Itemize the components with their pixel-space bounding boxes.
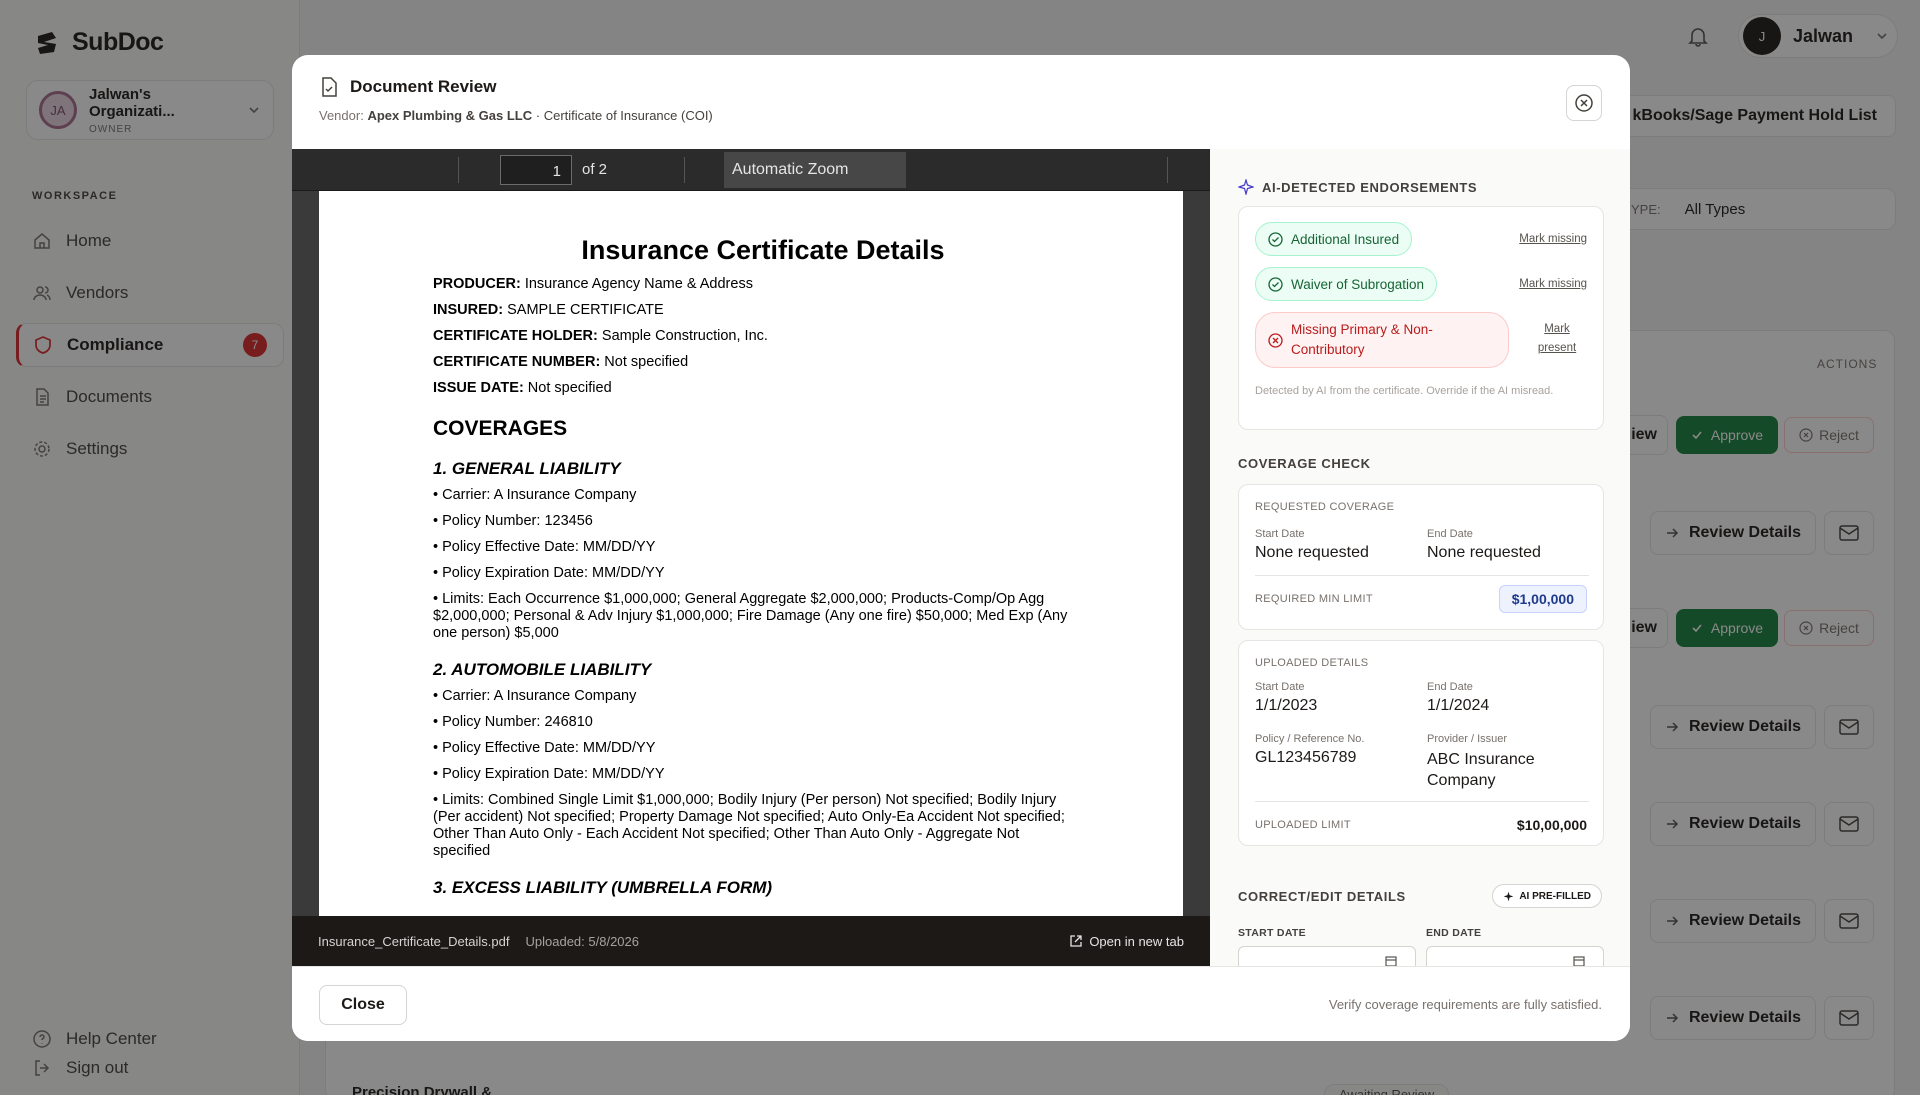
uploaded-end-date: 1/1/2024 xyxy=(1427,697,1490,714)
pdf-line: • Policy Number: 246810 xyxy=(433,714,593,730)
calendar-icon xyxy=(1573,956,1585,966)
pdf-heading-excess-liability: 3. EXCESS LIABILITY (UMBRELLA FORM) xyxy=(433,878,773,897)
pdf-line: • Limits: Combined Single Limit $1,000,0… xyxy=(433,792,1065,859)
modal-footer: Close Verify coverage requirements are f… xyxy=(292,966,1630,1041)
pdf-line: • Carrier: A Insurance Company xyxy=(433,688,637,704)
policy-number-value: GL123456789 xyxy=(1255,749,1357,766)
pdf-line: PRODUCER: Insurance Agency Name & Addres… xyxy=(433,276,753,292)
pdf-toolbar: 1 of 2 Automatic Zoom xyxy=(292,149,1210,191)
endorsement-waiver-of-subrogation: Waiver of Subrogation xyxy=(1255,267,1438,301)
pdf-line: • Policy Effective Date: MM/DD/YY xyxy=(433,740,656,756)
pdf-line: CERTIFICATE NUMBER: Not specified xyxy=(433,354,689,370)
pdf-viewer: 1 of 2 Automatic Zoom Insurance Certific… xyxy=(292,149,1210,966)
end-date-input[interactable] xyxy=(1426,946,1604,966)
close-icon xyxy=(1575,94,1593,112)
pdf-line: INSURED: SAMPLE CERTIFICATE xyxy=(433,302,664,318)
mark-missing-button[interactable]: Mark missing xyxy=(1519,275,1587,294)
document-type: · Certificate of Insurance (COI) xyxy=(535,108,713,123)
start-date-field-label: START DATE xyxy=(1238,927,1306,939)
endorsement-primary-non-contributory: Missing Primary & Non-Contributory xyxy=(1255,312,1509,368)
uploaded-details-card: UPLOADED DETAILS Start Date 1/1/2023 End… xyxy=(1238,640,1604,846)
ai-prefilled-badge: AI PRE-FILLED xyxy=(1492,884,1602,908)
end-date-label: End Date xyxy=(1427,528,1473,540)
pdf-line: • Policy Expiration Date: MM/DD/YY xyxy=(433,766,665,782)
external-link-icon xyxy=(1070,935,1082,947)
vendor-label: Vendor: xyxy=(319,108,364,123)
start-date-label: Start Date xyxy=(1255,681,1305,693)
required-min-limit-label: REQUIRED MIN LIMIT xyxy=(1255,593,1373,605)
pdf-line: • Carrier: A Insurance Company xyxy=(433,487,637,503)
divider xyxy=(1255,801,1589,802)
x-circle-icon xyxy=(1268,332,1283,348)
uploaded-start-date: 1/1/2023 xyxy=(1255,697,1318,714)
endorsement-additional-insured: Additional Insured xyxy=(1255,222,1413,256)
start-date-label: Start Date xyxy=(1255,528,1305,540)
edit-details-title: CORRECT/EDIT DETAILS xyxy=(1238,889,1406,904)
pdf-line: • Limits: Each Occurrence $1,000,000; Ge… xyxy=(433,591,1068,641)
zoom-select[interactable]: Automatic Zoom xyxy=(724,152,906,188)
endorsements-note: Detected by AI from the certificate. Ove… xyxy=(1255,385,1554,397)
endorsements-card: Additional Insured Mark missing Waiver o… xyxy=(1238,206,1604,430)
provider-label: Provider / Issuer xyxy=(1427,733,1508,745)
open-new-tab-link[interactable]: Open in new tab xyxy=(1069,934,1184,949)
toolbar-divider xyxy=(684,157,685,183)
mark-present-button[interactable]: Mark present xyxy=(1527,320,1587,358)
close-button[interactable]: Close xyxy=(319,985,407,1025)
check-circle-icon xyxy=(1268,276,1283,292)
page-count: of 2 xyxy=(582,161,608,178)
uploaded-limit-value: $10,00,000 xyxy=(1516,817,1587,833)
endorsements-title: AI-DETECTED ENDORSEMENTS xyxy=(1238,179,1477,195)
pdf-heading-coverages: COVERAGES xyxy=(433,417,568,440)
pdf-heading-auto-liability: 2. AUTOMOBILE LIABILITY xyxy=(433,660,652,679)
document-review-modal: Document Review Vendor: Apex Plumbing & … xyxy=(292,55,1630,1041)
toolbar-divider xyxy=(458,157,459,183)
modal-title-text: Document Review xyxy=(350,77,497,96)
end-date-label: End Date xyxy=(1427,681,1473,693)
required-min-limit-value: $1,00,000 xyxy=(1498,585,1587,613)
modal-title: Document Review xyxy=(320,77,496,97)
start-date-input[interactable] xyxy=(1238,946,1416,966)
end-date-field-label: END DATE xyxy=(1426,927,1482,939)
mark-missing-button[interactable]: Mark missing xyxy=(1519,230,1587,249)
pdf-heading-general-liability: 1. GENERAL LIABILITY xyxy=(433,459,621,478)
pdf-line: ISSUE DATE: Not specified xyxy=(433,380,612,396)
sparkle-icon xyxy=(1504,891,1514,901)
vendor-name: Apex Plumbing & Gas LLC xyxy=(367,108,533,123)
policy-number-label: Policy / Reference No. xyxy=(1255,733,1365,745)
calendar-icon xyxy=(1385,956,1397,966)
pdf-line: • Policy Expiration Date: MM/DD/YY xyxy=(433,565,665,581)
provider-value: ABC Insurance Company xyxy=(1427,751,1535,789)
coverage-check-title: COVERAGE CHECK xyxy=(1238,456,1371,471)
close-modal-button[interactable] xyxy=(1566,85,1602,121)
file-name: Insurance_Certificate_Details.pdf xyxy=(318,933,510,949)
review-panel: AI-DETECTED ENDORSEMENTS Additional Insu… xyxy=(1210,149,1630,966)
open-new-tab-label: Open in new tab xyxy=(1089,933,1184,949)
toolbar-divider xyxy=(1167,157,1168,183)
pdf-line: CERTIFICATE HOLDER: Sample Construction,… xyxy=(433,328,768,344)
upload-date: Uploaded: 5/8/2026 xyxy=(525,933,639,949)
pdf-line: • Policy Effective Date: MM/DD/YY xyxy=(433,539,656,555)
sparkle-icon xyxy=(1238,179,1254,195)
pdf-title: Insurance Certificate Details xyxy=(581,235,945,265)
requested-start-date: None requested xyxy=(1255,544,1369,561)
pdf-page[interactable]: Insurance Certificate Details PRODUCER: … xyxy=(319,191,1183,916)
uploaded-limit-label: UPLOADED LIMIT xyxy=(1255,819,1351,831)
requested-coverage-card: REQUESTED COVERAGE Start Date None reque… xyxy=(1238,484,1604,630)
divider xyxy=(1255,575,1589,576)
requested-end-date: None requested xyxy=(1427,544,1541,561)
pdf-footer: Insurance_Certificate_Details.pdf Upload… xyxy=(292,916,1210,966)
check-circle-icon xyxy=(1268,231,1283,247)
footer-note: Verify coverage requirements are fully s… xyxy=(1328,997,1602,1012)
modal-header: Document Review Vendor: Apex Plumbing & … xyxy=(292,55,1630,149)
page-number-input[interactable]: 1 xyxy=(500,155,572,185)
modal-subtitle: Vendor: Apex Plumbing & Gas LLC · Certif… xyxy=(319,108,713,123)
requested-coverage-heading: REQUESTED COVERAGE xyxy=(1255,501,1395,513)
document-check-icon xyxy=(322,77,337,97)
pdf-line: • Policy Number: 123456 xyxy=(433,513,593,529)
uploaded-details-heading: UPLOADED DETAILS xyxy=(1255,657,1369,669)
